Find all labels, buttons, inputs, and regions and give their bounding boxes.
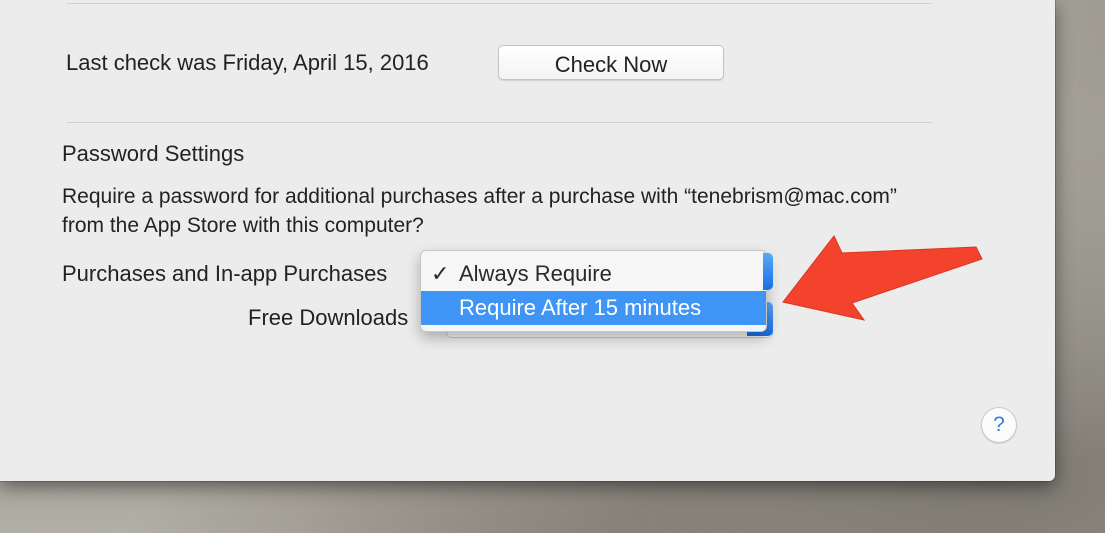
- red-arrow-icon: [782, 235, 983, 321]
- annotation-arrow-shape: [782, 235, 983, 321]
